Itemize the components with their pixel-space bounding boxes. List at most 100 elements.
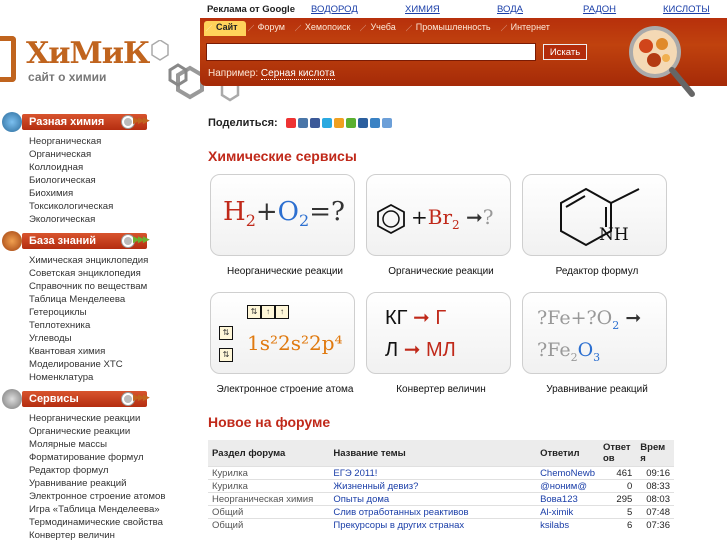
- sidebar-list: Химическая энциклопедия Советская энцикл…: [0, 251, 200, 387]
- col-section: Раздел форума: [208, 440, 330, 467]
- sidebar-item[interactable]: Таблица Менделеева: [29, 293, 200, 306]
- ad-link-radon[interactable]: РАДОН: [583, 4, 616, 15]
- sidebar-item[interactable]: Теплотехника: [29, 319, 200, 332]
- tab-forum[interactable]: Форум: [246, 21, 293, 36]
- pyridine-structure-icon: [560, 187, 640, 247]
- service-equation-balancing[interactable]: ?Fe+?O2 ➞ ?Fe2O3 Уравнивание реакций: [522, 292, 677, 402]
- sidebar-item[interactable]: Уравнивание реакций: [29, 477, 200, 490]
- topic-link[interactable]: Прекурсоры в других странах: [333, 520, 464, 531]
- share-ya-icon[interactable]: [285, 118, 296, 128]
- service-label: Неорганические реакции: [226, 266, 344, 277]
- ad-label: Реклама от Google: [207, 3, 295, 15]
- share-lj-icon[interactable]: [357, 118, 368, 128]
- sidebar-item[interactable]: Органические реакции: [29, 425, 200, 438]
- service-formula-editor[interactable]: NH Редактор формул: [522, 174, 677, 284]
- author-link[interactable]: Al-ximik: [540, 507, 573, 518]
- formula-group: NH: [599, 225, 629, 245]
- sidebar-item[interactable]: Электронное строение атомов: [29, 490, 200, 503]
- sidebar-item[interactable]: Конвертер величин: [29, 529, 200, 542]
- share-twitter-icon[interactable]: [321, 118, 332, 128]
- cell-section: Общий: [208, 505, 330, 519]
- ad-link-acids[interactable]: КИСЛОТЫ: [663, 4, 710, 15]
- sidebar-item[interactable]: Биохимия: [29, 187, 200, 200]
- balance-line-2: ?Fe2O3: [537, 339, 601, 364]
- search-button[interactable]: Искать: [543, 44, 587, 60]
- author-link[interactable]: Вова123: [540, 494, 578, 505]
- service-card: NH: [522, 174, 667, 256]
- sidebar-item[interactable]: Справочник по веществам: [29, 280, 200, 293]
- sidebar-list: Неорганическая Органическая Коллоидная Б…: [0, 132, 200, 229]
- ad-link-chemistry[interactable]: ХИМИЯ: [405, 4, 440, 15]
- share-more-icon[interactable]: [381, 118, 392, 128]
- service-unit-converter[interactable]: КГ ➞ Г Л ➞ МЛ Конвертер величин: [366, 292, 521, 402]
- topic-link[interactable]: Жизненный девиз?: [333, 481, 418, 492]
- sidebar-item[interactable]: Молярные массы: [29, 438, 200, 451]
- topic-link[interactable]: ЕГЭ 2011!: [333, 468, 377, 479]
- sidebar-item[interactable]: Форматирование формул: [29, 451, 200, 464]
- sidebar-section-knowledge-base[interactable]: База знаний ▶▶▶: [0, 231, 200, 251]
- service-label: Органические реакции: [388, 266, 494, 277]
- sidebar-item[interactable]: Коллоидная: [29, 161, 200, 174]
- table-row: Общий Прекурсоры в других странах ksilab…: [208, 518, 674, 532]
- sidebar-item[interactable]: Углеводы: [29, 332, 200, 345]
- col-replies: Ответов: [598, 440, 637, 467]
- sidebar-item[interactable]: Органическая: [29, 148, 200, 161]
- cell-author: Al-ximik: [536, 505, 599, 519]
- example-link[interactable]: Серная кислота: [260, 68, 335, 80]
- service-inorganic-reactions[interactable]: H2+O2=? Неорганические реакции: [210, 174, 365, 284]
- main-content: Химические сервисы H2+O2=? Неорганически…: [208, 148, 727, 532]
- author-link[interactable]: ksilabs: [540, 520, 569, 531]
- topic-link[interactable]: Опыты дома: [333, 494, 389, 505]
- cog-icon: [2, 389, 22, 409]
- sidebar-item[interactable]: Моделирование ХТС: [29, 358, 200, 371]
- col-replied: Ответил: [536, 440, 599, 467]
- tab-site[interactable]: Сайт: [204, 21, 246, 36]
- sidebar-item[interactable]: Химическая энциклопедия: [29, 254, 200, 267]
- sidebar-section-services[interactable]: Сервисы ▶▶▶: [0, 389, 200, 409]
- author-link[interactable]: @нoним@: [540, 481, 587, 492]
- author-link[interactable]: ChemoNewb: [540, 468, 595, 479]
- service-card: H2+O2=?: [210, 174, 355, 256]
- service-electronic-structure[interactable]: ⇅ ↑ ↑ ⇅ ⇅ 1s²2s²2p⁴ Электронное строение…: [210, 292, 365, 402]
- search-input[interactable]: [206, 43, 536, 61]
- cell-author: ChemoNewb: [536, 466, 599, 480]
- sidebar-list: Неорганические реакции Органические реак…: [0, 409, 200, 545]
- sidebar-item[interactable]: Игра «Таблица Менделеева»: [29, 503, 200, 516]
- top-ad-links: Реклама от Google ВОДОРОД ХИМИЯ ВОДА РАД…: [205, 0, 727, 18]
- sidebar-section-misc-chemistry[interactable]: Разная химия ▶▶▶: [0, 112, 200, 132]
- logo-wordmark: ХиМиК: [26, 36, 150, 71]
- tab-chemsearch[interactable]: Хемопоиск: [293, 21, 359, 36]
- sidebar-item[interactable]: Биологическая: [29, 174, 200, 187]
- ad-link-hydrogen[interactable]: ВОДОРОД: [311, 4, 358, 15]
- cell-section: Общий: [208, 518, 330, 532]
- sidebar-item[interactable]: Экологическая: [29, 213, 200, 226]
- cell-time: 09:16: [636, 466, 674, 480]
- topic-link[interactable]: Слив отработанных реактивов: [333, 507, 468, 518]
- arrows-icon: ▶▶▶: [133, 115, 150, 125]
- sidebar-item[interactable]: Неорганические реакции: [29, 412, 200, 425]
- share-mailru-icon[interactable]: [345, 118, 356, 128]
- share-people-icon[interactable]: [333, 118, 344, 128]
- cell-topic: Жизненный девиз?: [329, 479, 537, 493]
- sidebar-item[interactable]: Токсикологическая: [29, 200, 200, 213]
- service-organic-reactions[interactable]: +Br2 ➞? Органические реакции: [366, 174, 521, 284]
- sidebar-item[interactable]: Советская энциклопедия: [29, 267, 200, 280]
- sidebar-item[interactable]: Неорганическая: [29, 135, 200, 148]
- service-label: Конвертер величин: [396, 384, 486, 395]
- sidebar-item[interactable]: Номенклатура: [29, 371, 200, 384]
- tab-internet[interactable]: Интернет: [499, 21, 558, 36]
- service-card: КГ ➞ Г Л ➞ МЛ: [366, 292, 511, 374]
- logo-subtitle: сайт о химии: [28, 70, 107, 84]
- sidebar-item[interactable]: Гетероциклы: [29, 306, 200, 319]
- sidebar-item[interactable]: Термодинамические свойства: [29, 516, 200, 529]
- tab-industry[interactable]: Промышленность: [404, 21, 499, 36]
- share-edit-icon[interactable]: [369, 118, 380, 128]
- tab-study[interactable]: Учеба: [358, 21, 403, 36]
- share-facebook-icon[interactable]: [309, 118, 320, 128]
- share-vk-icon[interactable]: [297, 118, 308, 128]
- sidebar-item[interactable]: Редактор формул: [29, 464, 200, 477]
- ad-link-water[interactable]: ВОДА: [497, 4, 523, 15]
- cell-replies: 295: [598, 492, 637, 506]
- service-label: Редактор формул: [555, 266, 639, 277]
- sidebar-item[interactable]: Квантовая химия: [29, 345, 200, 358]
